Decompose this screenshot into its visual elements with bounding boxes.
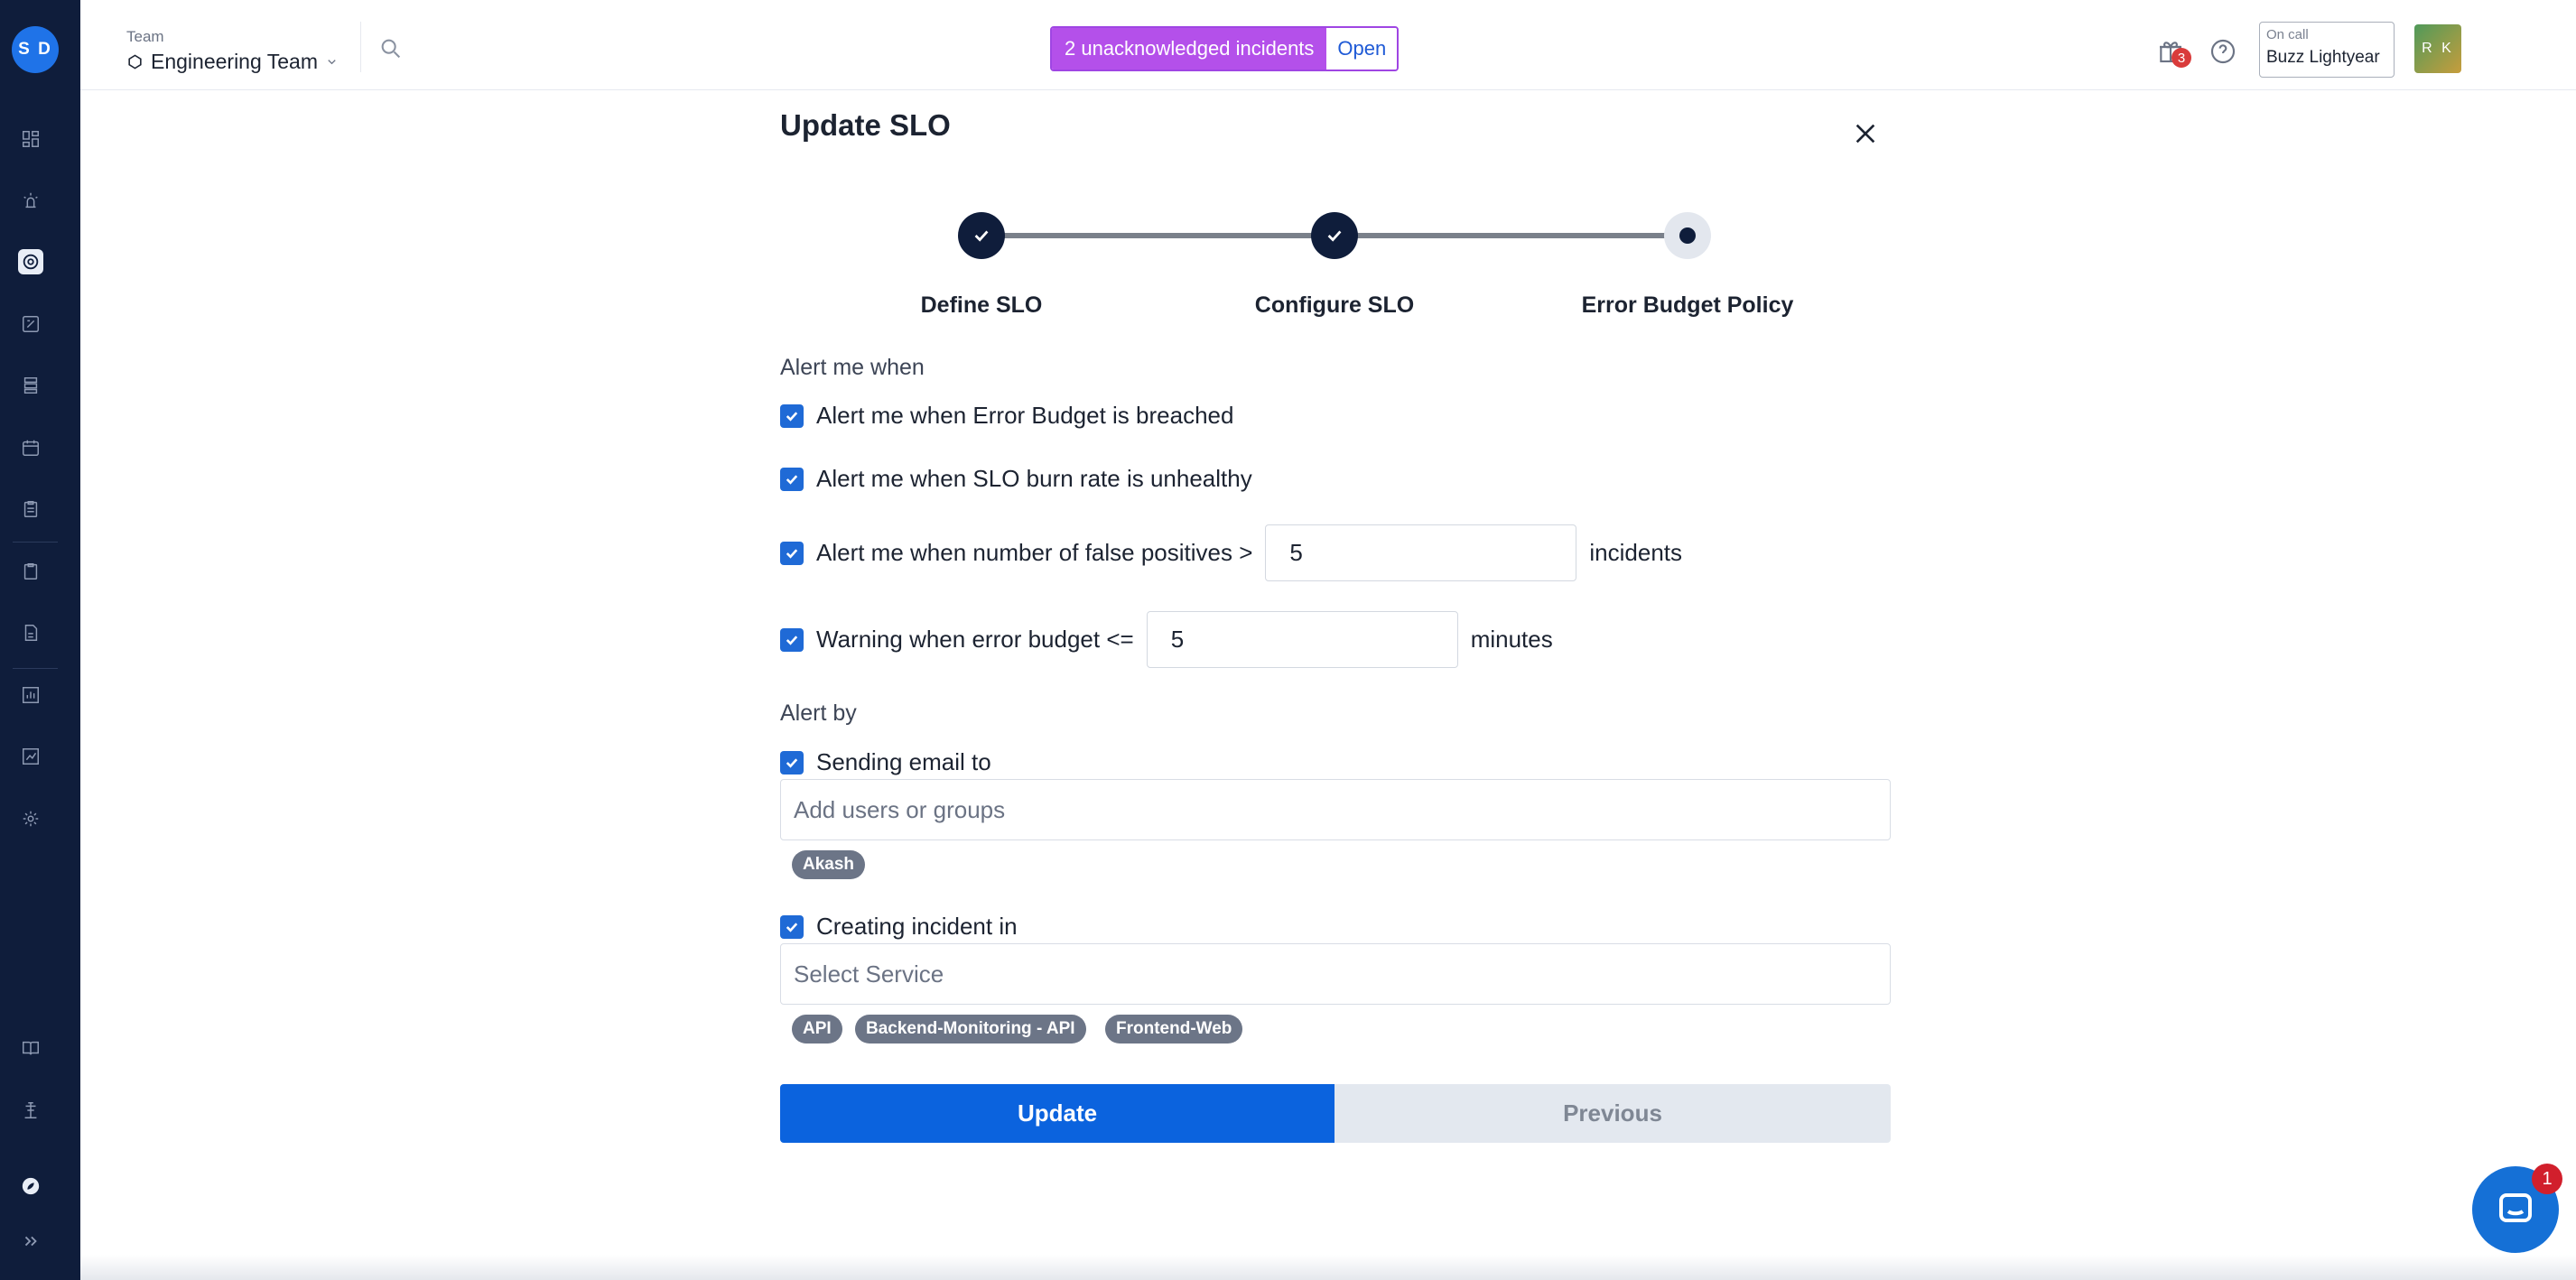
sending-email-label: Sending email to: [816, 748, 991, 775]
notification-badge: 3: [2171, 48, 2191, 68]
alert-by-label: Alert by: [780, 700, 857, 726]
creating-incident-checkbox[interactable]: [780, 914, 804, 939]
top-bar: Team Engineering Team 2 unacknowledged i…: [80, 0, 2576, 90]
check-icon: [1327, 230, 1342, 242]
help-icon[interactable]: [2209, 37, 2237, 66]
integrations-icon[interactable]: [18, 1098, 43, 1123]
chat-icon: [2499, 1193, 2532, 1222]
false-positives-unit: incidents: [1589, 539, 1683, 566]
settings-icon[interactable]: [18, 806, 43, 831]
postmortem-icon[interactable]: [18, 311, 43, 337]
squadcast-logo-icon[interactable]: [18, 1173, 43, 1199]
slo-icon[interactable]: [18, 249, 43, 274]
step-3-current-indicator: [1664, 212, 1711, 259]
warning-unit: minutes: [1470, 626, 1553, 653]
add-users-groups-input[interactable]: Add users or groups: [780, 779, 1891, 840]
services-icon[interactable]: [18, 373, 43, 398]
open-incidents-link[interactable]: Open: [1326, 28, 1398, 70]
update-button[interactable]: Update: [780, 1084, 1334, 1143]
sending-email-row: Sending email to: [780, 748, 991, 776]
analytics-icon[interactable]: [18, 682, 43, 708]
alert-budget-breached-row: Alert me when Error Budget is breached: [780, 402, 1233, 430]
schedules-icon[interactable]: [18, 435, 43, 460]
warning-error-budget-row: Warning when error budget <= 5 minutes: [780, 611, 1553, 668]
search-icon[interactable]: [378, 36, 404, 61]
sending-email-checkbox[interactable]: [780, 750, 804, 774]
previous-button[interactable]: Previous: [1334, 1084, 1891, 1143]
creating-incident-row: Creating incident in: [780, 913, 1018, 941]
on-call-label: On call: [2266, 27, 2309, 42]
org-avatar[interactable]: S D: [12, 26, 59, 73]
update-slo-modal: Update SLO: [780, 108, 1891, 144]
bottom-shadow: [80, 1255, 2576, 1280]
false-positives-input[interactable]: 5: [1265, 524, 1577, 581]
sidebar: S D: [0, 0, 80, 1280]
team-name: Engineering Team: [151, 50, 318, 73]
user-chip[interactable]: Akash: [792, 850, 866, 879]
incident-banner[interactable]: 2 unacknowledged incidents Open: [1050, 26, 1400, 71]
warning-checkbox[interactable]: [780, 627, 804, 652]
budget-breached-checkbox[interactable]: [780, 403, 804, 428]
team-icon: [128, 54, 142, 70]
team-selector[interactable]: Engineering Team: [126, 50, 339, 74]
warning-label: Warning when error budget <=: [816, 626, 1134, 653]
creating-incident-label: Creating incident in: [816, 913, 1018, 940]
chevron-down-icon: [328, 60, 336, 65]
expand-icon[interactable]: [18, 1229, 43, 1254]
alert-me-when-label: Alert me when: [780, 355, 925, 380]
burn-rate-checkbox[interactable]: [780, 467, 804, 491]
docs-icon[interactable]: [18, 1035, 43, 1061]
false-positives-label: Alert me when number of false positives …: [816, 539, 1253, 566]
step-label-configure-slo[interactable]: Configure SLO: [1255, 292, 1414, 319]
chat-badge: 1: [2532, 1164, 2562, 1194]
status-pages-icon[interactable]: [18, 559, 43, 584]
alert-false-positives-row: Alert me when number of false positives …: [780, 524, 1682, 581]
step-1-done-indicator: [958, 212, 1005, 259]
user-avatar[interactable]: R K: [2414, 24, 2461, 73]
modal-title: Update SLO: [780, 108, 951, 142]
service-chip[interactable]: API: [792, 1015, 842, 1043]
service-chip[interactable]: Backend-Monitoring - API: [855, 1015, 1086, 1043]
budget-breached-label: Alert me when Error Budget is breached: [816, 402, 1234, 429]
team-label: Team: [126, 28, 164, 45]
check-icon: [974, 230, 989, 242]
select-service-dropdown[interactable]: Select Service: [780, 943, 1891, 1005]
incidents-icon[interactable]: [18, 188, 43, 213]
service-chip[interactable]: Frontend-Web: [1105, 1015, 1243, 1043]
on-call-name: Buzz Lightyear: [2266, 48, 2380, 67]
unacknowledged-incidents-text: 2 unacknowledged incidents: [1052, 28, 1327, 70]
runbooks-icon[interactable]: [18, 496, 43, 522]
alert-burn-rate-row: Alert me when SLO burn rate is unhealthy: [780, 465, 1252, 493]
step-label-define-slo[interactable]: Define SLO: [921, 292, 1043, 319]
warning-minutes-input[interactable]: 5: [1146, 611, 1458, 668]
reports-icon[interactable]: [18, 620, 43, 645]
false-positives-checkbox[interactable]: [780, 541, 804, 565]
on-call-widget[interactable]: On call Buzz Lightyear: [2259, 22, 2395, 78]
dashboard-icon[interactable]: [18, 126, 43, 152]
step-label-error-budget-policy[interactable]: Error Budget Policy: [1582, 292, 1794, 319]
burn-rate-label: Alert me when SLO burn rate is unhealthy: [816, 465, 1252, 492]
insights-icon[interactable]: [18, 744, 43, 769]
close-icon[interactable]: [1851, 119, 1880, 148]
step-2-done-indicator: [1311, 212, 1358, 259]
